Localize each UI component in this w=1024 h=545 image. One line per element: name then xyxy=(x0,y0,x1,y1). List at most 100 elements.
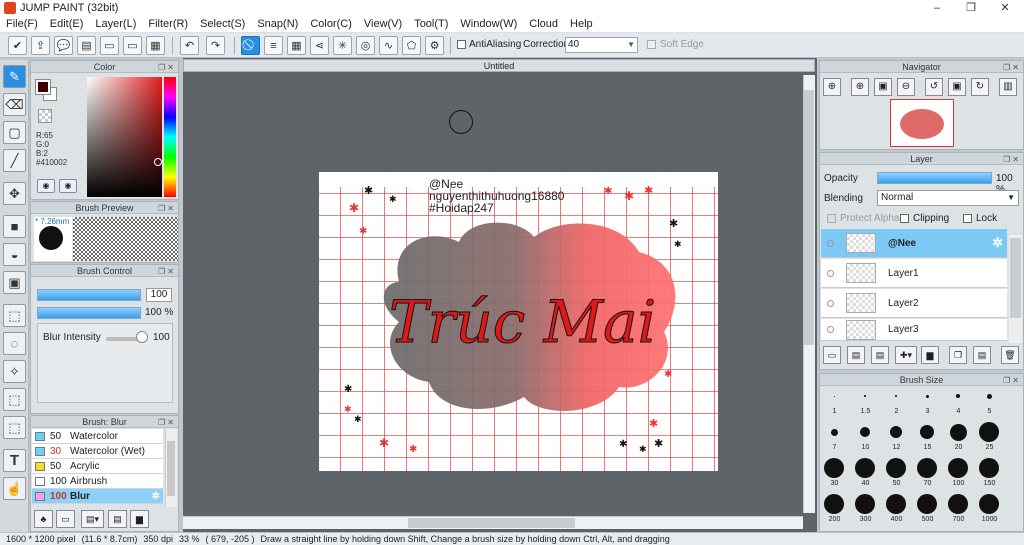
lock-checkbox[interactable] xyxy=(963,214,972,223)
brush-size-swatch[interactable] xyxy=(948,494,968,514)
horizontal-scroll-thumb[interactable] xyxy=(408,518,575,528)
grid-tool-icon[interactable]: ▦ xyxy=(146,36,165,55)
zoom-fit-icon[interactable]: ⊕ xyxy=(823,78,841,96)
transparent-swatch[interactable] xyxy=(38,109,52,123)
gear-icon[interactable]: ✲ xyxy=(152,491,160,502)
visibility-icon[interactable] xyxy=(827,239,834,247)
antialiasing-checkbox[interactable] xyxy=(457,40,466,49)
brush-size-swatch[interactable] xyxy=(860,427,870,437)
brush-item[interactable]: 50 Acrylic xyxy=(32,459,163,474)
select-icon[interactable]: ⬚ xyxy=(3,304,26,327)
clipping-checkbox[interactable] xyxy=(900,214,909,223)
menu-window[interactable]: Window(W) xyxy=(454,18,523,30)
panel-window-icon[interactable]: ❐✕ xyxy=(1003,62,1021,74)
drawing-canvas[interactable]: ✱ ✱ ✱ ✱ ✱ ✱ ✱ ✱ ✱ ✱ ✱ ✱ ✱ ✱ ✱ ✱ ✱ ✱ ✱ @Nee nguyen… xyxy=(319,172,718,471)
redo-icon[interactable]: ↷ xyxy=(206,36,225,55)
brush-size-swatch[interactable] xyxy=(917,458,937,478)
minimize-button[interactable]: – xyxy=(920,0,954,16)
radial-snap-icon[interactable]: ✳ xyxy=(333,36,352,55)
panel-window-icon[interactable]: ❐✕ xyxy=(158,266,176,278)
brush-item-selected[interactable]: 100 Blur ✲ xyxy=(32,489,163,504)
polygon-snap-icon[interactable]: ⬠ xyxy=(402,36,421,55)
concentric-snap-icon[interactable]: ◎ xyxy=(356,36,375,55)
brush-item[interactable]: 30 Watercolor (Wet) xyxy=(32,444,163,459)
hue-slider[interactable] xyxy=(164,77,176,197)
fit-window-icon[interactable]: ▣ xyxy=(874,78,892,96)
brush-size-swatch[interactable] xyxy=(855,494,875,514)
zoom-out-icon[interactable]: ⊖ xyxy=(897,78,915,96)
new-layer-alt-icon[interactable]: ▤ xyxy=(847,346,865,364)
export-icon[interactable]: ⇪ xyxy=(31,36,50,55)
brush-item[interactable]: 100 Airbrush xyxy=(32,474,163,489)
curve-snap-icon[interactable]: ∿ xyxy=(379,36,398,55)
protect-alpha-checkbox[interactable] xyxy=(827,214,836,223)
gear-icon[interactable]: ✲ xyxy=(992,235,1003,251)
flip-icon[interactable]: ▥ xyxy=(999,78,1017,96)
brush-size-swatch[interactable] xyxy=(824,494,844,514)
move-icon[interactable]: ✥ xyxy=(3,182,26,205)
snap-settings-icon[interactable]: ⚙ xyxy=(425,36,444,55)
zoom-in-icon[interactable]: ⊕ xyxy=(851,78,869,96)
comment-icon[interactable]: ▤ xyxy=(77,36,96,55)
menu-tool[interactable]: Tool(T) xyxy=(408,18,454,30)
menu-layer[interactable]: Layer(L) xyxy=(89,18,142,30)
undo-icon[interactable]: ↶ xyxy=(180,36,199,55)
brush-size-swatch[interactable] xyxy=(949,423,967,441)
panel-window-icon[interactable]: ❐✕ xyxy=(1003,154,1021,166)
page-alt-icon[interactable]: ▭ xyxy=(123,36,142,55)
maximize-button[interactable]: ❐ xyxy=(954,0,988,16)
brush-size-swatch[interactable] xyxy=(855,458,875,478)
text-icon[interactable]: T xyxy=(3,449,26,472)
layer-row[interactable]: Layer2 xyxy=(821,289,1007,318)
vertical-scroll-thumb[interactable] xyxy=(804,90,814,345)
saturation-value-picker[interactable] xyxy=(87,77,162,197)
trash-icon[interactable]: 🗑 xyxy=(1001,346,1019,364)
menu-color[interactable]: Color(C) xyxy=(304,18,358,30)
visibility-icon[interactable] xyxy=(827,299,834,307)
correction-select[interactable]: 40 ▼ xyxy=(565,37,638,53)
reset-view-icon[interactable]: ▣ xyxy=(948,78,966,96)
menu-cloud[interactable]: Cloud xyxy=(523,18,564,30)
menu-snap[interactable]: Snap(N) xyxy=(251,18,304,30)
rotate-left-icon[interactable]: ↺ xyxy=(925,78,943,96)
brush-size-slider[interactable] xyxy=(37,289,141,301)
rotate-right-icon[interactable]: ↻ xyxy=(971,78,989,96)
menu-filter[interactable]: Filter(R) xyxy=(142,18,194,30)
page-icon[interactable]: ▭ xyxy=(100,36,119,55)
navigator-thumbnail[interactable] xyxy=(890,99,954,147)
panel-window-icon[interactable]: ❐✕ xyxy=(158,417,176,429)
add-layer-menu-icon[interactable]: ✚▾ xyxy=(895,346,917,364)
menu-edit[interactable]: Edit(E) xyxy=(44,18,90,30)
brush-size-swatch[interactable] xyxy=(824,458,844,478)
layer-opacity-slider[interactable] xyxy=(877,172,992,184)
select-pen-icon[interactable]: ⬚ xyxy=(3,388,26,411)
brush-size-swatch[interactable] xyxy=(830,428,838,436)
parallel-snap-icon[interactable]: ≡ xyxy=(264,36,283,55)
brush-menu-icon[interactable]: ▤▾ xyxy=(81,510,104,528)
brush-size-swatch[interactable] xyxy=(895,395,897,397)
layer-list-scroll-thumb[interactable] xyxy=(1010,238,1021,318)
magic-wand-icon[interactable]: ✧ xyxy=(3,360,26,383)
menu-select[interactable]: Select(S) xyxy=(194,18,251,30)
speech-bubble-icon[interactable]: 💬 xyxy=(54,36,73,55)
perspective-snap-icon[interactable]: ⋖ xyxy=(310,36,329,55)
no-snap-icon[interactable]: ⃠ xyxy=(241,36,260,55)
brush-size-swatch[interactable] xyxy=(890,426,902,438)
cloud-check-icon[interactable]: ✔ xyxy=(8,36,27,55)
visibility-icon[interactable] xyxy=(827,326,834,333)
foreground-color-swatch[interactable] xyxy=(35,79,51,95)
panel-window-icon[interactable]: ❐✕ xyxy=(1003,375,1021,387)
fill-rect-icon[interactable]: ■ xyxy=(3,215,26,238)
panel-window-icon[interactable]: ❐✕ xyxy=(158,203,176,215)
brush-size-input[interactable]: 100 xyxy=(146,288,172,302)
duplicate-layer-icon[interactable]: ❐ xyxy=(949,346,967,364)
close-button[interactable]: ✕ xyxy=(988,0,1022,16)
brush-settings-icon[interactable]: ▤ xyxy=(108,510,127,528)
brush-list-scroll-thumb[interactable] xyxy=(167,441,175,496)
select-eraser-icon[interactable]: ⬚ xyxy=(3,416,26,439)
palette-icon[interactable]: ◉ xyxy=(37,179,55,193)
folder-icon[interactable]: ▆ xyxy=(130,510,149,528)
brush-size-swatch[interactable] xyxy=(948,458,968,478)
pen-icon[interactable]: ✎ xyxy=(3,65,26,88)
layer-row-selected[interactable]: @Nee ✲ xyxy=(821,229,1007,258)
